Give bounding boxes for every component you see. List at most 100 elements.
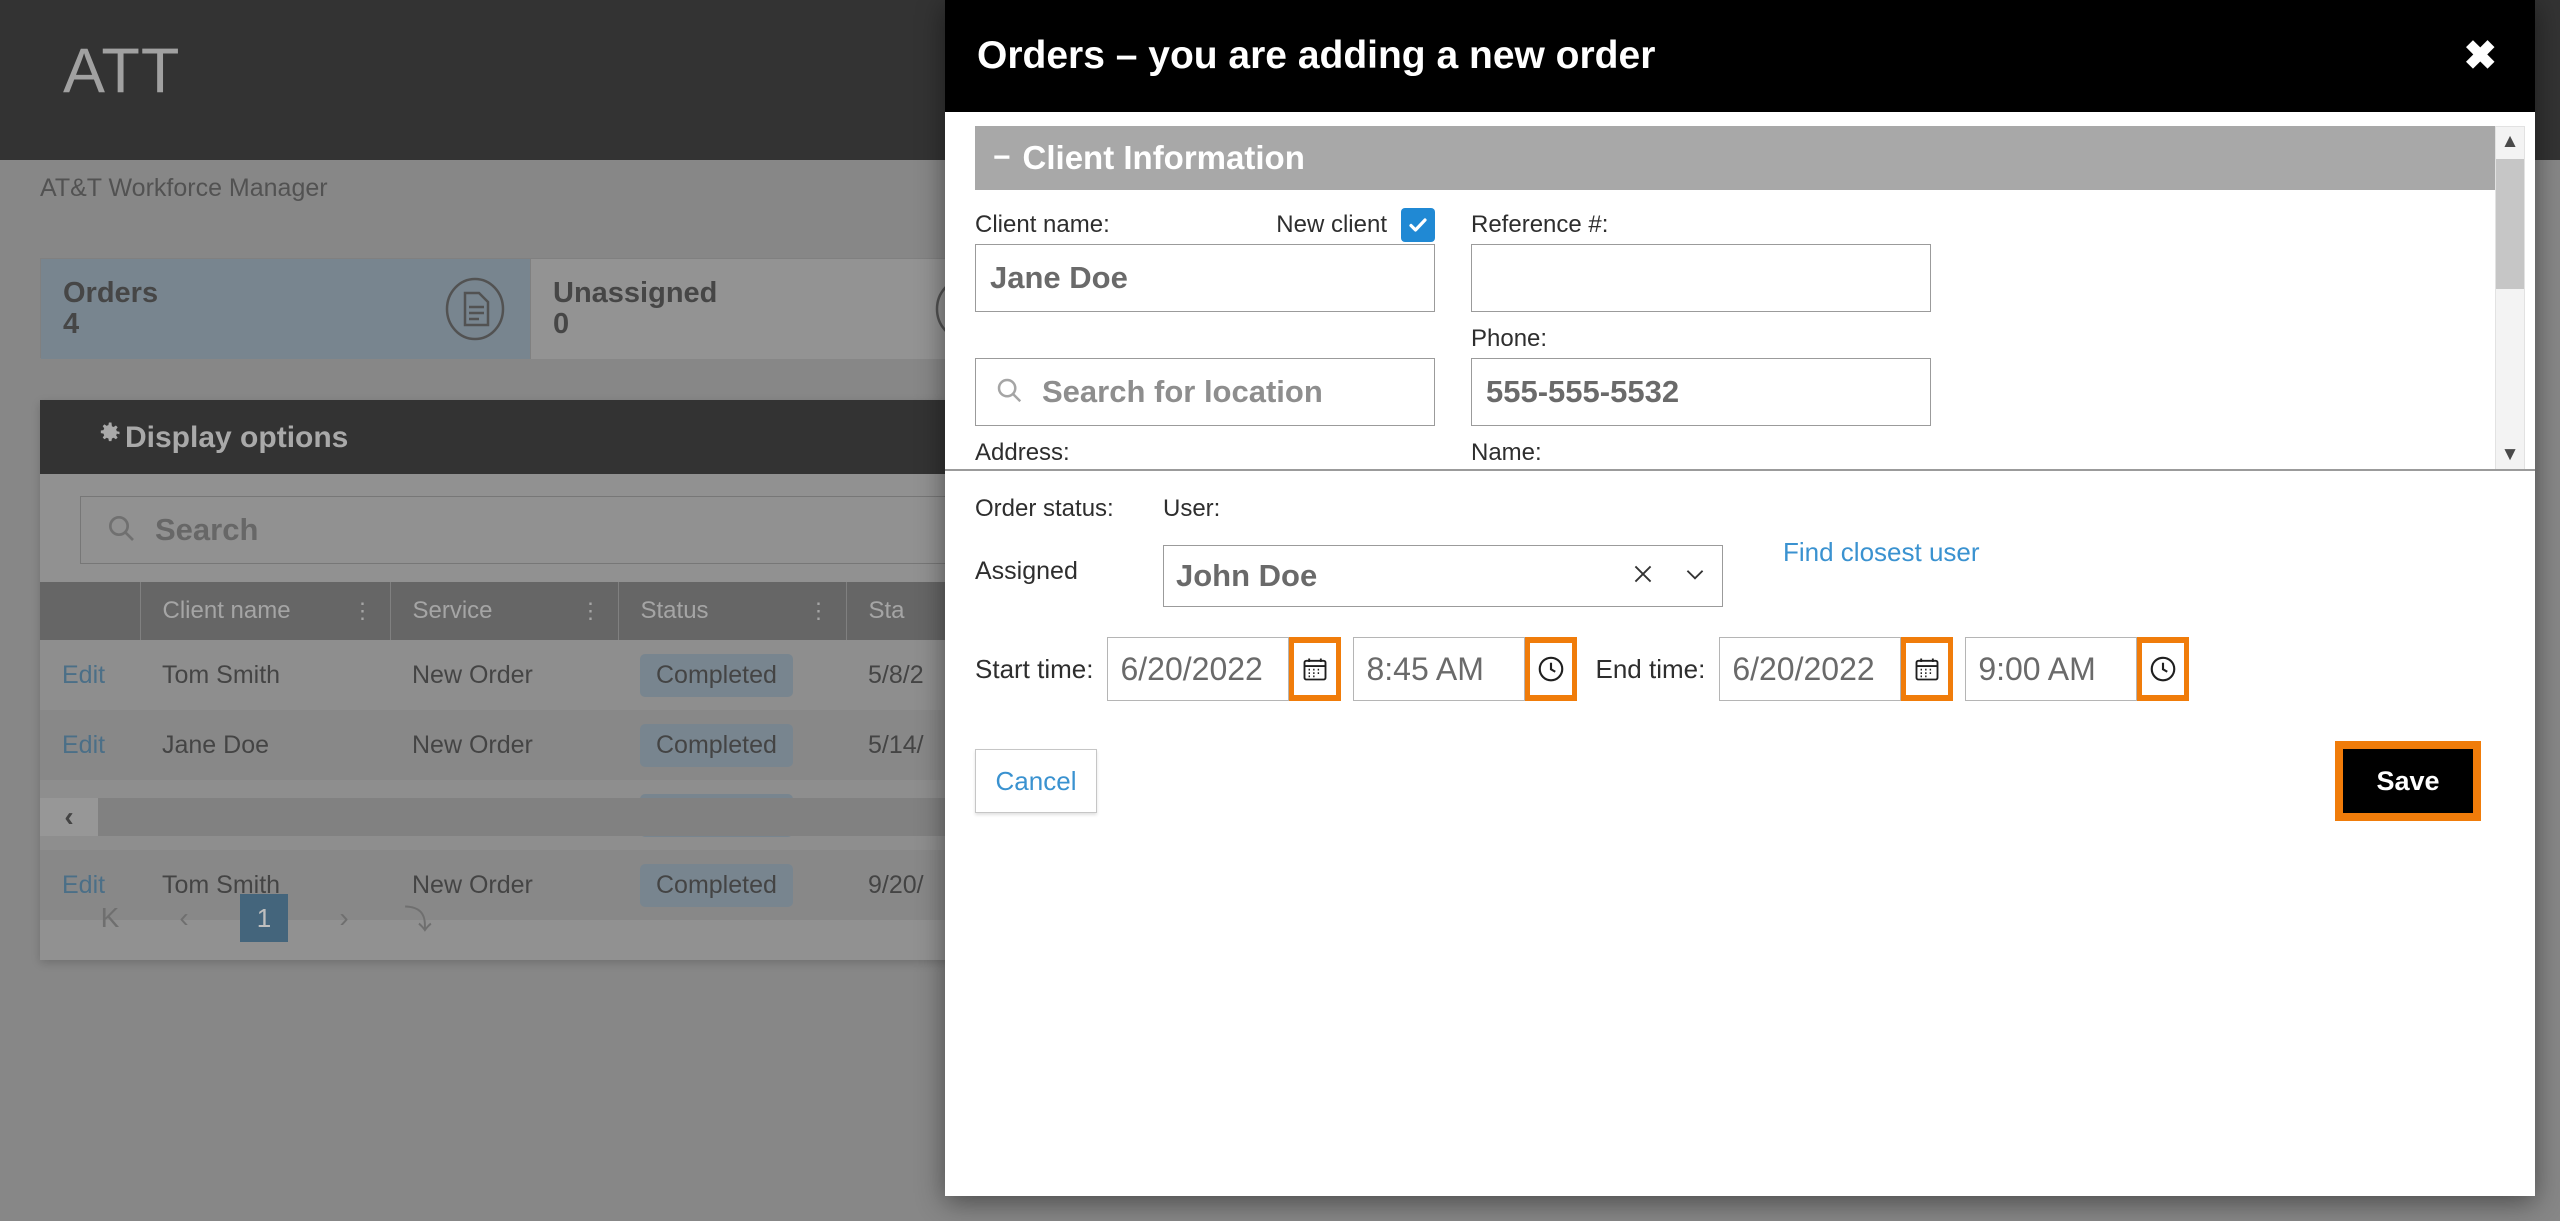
- panel-search-placeholder: Search: [155, 512, 259, 547]
- kpi-orders-value: 4: [63, 308, 80, 340]
- calendar-icon[interactable]: [1906, 643, 1949, 695]
- reference-input[interactable]: [1471, 244, 1931, 312]
- document-icon: [444, 277, 506, 341]
- column-menu-icon[interactable]: ⋮: [352, 599, 374, 621]
- kpi-unassigned-title: Unassigned: [553, 276, 718, 309]
- save-button-highlight: Save: [2335, 741, 2481, 821]
- chevron-down-icon[interactable]: [1682, 561, 1708, 592]
- modal-title: Orders – you are adding a new order: [977, 34, 1656, 77]
- order-status-label: Order status:: [975, 495, 1114, 522]
- new-client-label: New client: [1276, 211, 1387, 238]
- edit-link-cell[interactable]: Edit: [40, 640, 140, 710]
- cancel-button[interactable]: Cancel: [975, 749, 1097, 813]
- user-select-value: John Doe: [1176, 558, 1318, 593]
- new-client-checkbox[interactable]: [1401, 208, 1435, 242]
- scroll-left-icon[interactable]: ‹: [40, 798, 98, 836]
- clock-icon[interactable]: [1530, 643, 1573, 695]
- display-options-label: Display options: [95, 419, 348, 455]
- client-name-input[interactable]: Jane Doe: [975, 244, 1435, 312]
- end-time-picker-highlight[interactable]: [2137, 637, 2190, 701]
- start-date-picker-highlight[interactable]: [1289, 637, 1342, 701]
- edit-link[interactable]: Edit: [62, 661, 105, 689]
- cell-client: Jane Doe: [140, 710, 390, 780]
- search-icon: [105, 512, 137, 549]
- col-client-name[interactable]: Client name ⋮: [140, 582, 391, 640]
- phone-label: Phone:: [1471, 325, 1548, 352]
- col-status-label: Status: [640, 597, 709, 624]
- kpi-orders-title: Orders: [63, 276, 159, 309]
- col-service[interactable]: Service ⋮: [390, 582, 619, 640]
- scroll-up-icon[interactable]: ▲: [2496, 127, 2524, 157]
- scrollbar-thumb[interactable]: [2496, 159, 2524, 289]
- column-menu-icon[interactable]: ⋮: [808, 599, 830, 621]
- pager-prev-button[interactable]: ‹: [166, 902, 202, 934]
- cell-service: New Order: [390, 710, 618, 780]
- cell-client: Tom Smith: [140, 640, 390, 710]
- col-service-label: Service: [412, 597, 493, 624]
- new-client-toggle[interactable]: New client: [1276, 208, 1435, 242]
- end-time-input[interactable]: 9:00 AM: [1965, 637, 2138, 701]
- start-time-label: Start time:: [975, 653, 1094, 684]
- field-address: Address: 1 Battery Place: [975, 434, 1435, 469]
- att-logo: ATT: [63, 36, 181, 106]
- kpi-strip: Orders 4 Unassigned 0: [40, 258, 1022, 359]
- close-icon[interactable]: ✖: [2463, 36, 2497, 76]
- start-time-picker-highlight[interactable]: [1525, 637, 1578, 701]
- edit-link-cell[interactable]: Edit: [40, 710, 140, 780]
- cell-status: Completed: [618, 710, 846, 780]
- kpi-tile-orders[interactable]: Orders 4: [41, 259, 531, 359]
- pager-first-button[interactable]: K: [92, 902, 128, 934]
- user-select[interactable]: John Doe: [1163, 545, 1723, 607]
- save-button[interactable]: Save: [2343, 749, 2473, 813]
- client-information-scroll-region: − Client Information Client name: New cl…: [945, 126, 2535, 471]
- column-menu-icon[interactable]: ⋮: [580, 599, 602, 621]
- collapse-icon[interactable]: −: [993, 143, 1011, 173]
- pager-page-1[interactable]: 1: [240, 894, 288, 942]
- start-time-input[interactable]: 8:45 AM: [1353, 637, 1526, 701]
- col-actions[interactable]: [40, 582, 141, 640]
- order-status-value: Assigned: [975, 557, 1078, 585]
- col-client-name-label: Client name: [162, 597, 291, 624]
- field-client-name: Client name: New client Jane Doe: [975, 206, 1435, 312]
- field-name: Name: Test Company: [1471, 434, 1931, 469]
- field-location-search: Search for location: [975, 320, 1435, 426]
- scroll-down-icon[interactable]: ▼: [2496, 440, 2524, 469]
- start-date-input[interactable]: 6/20/2022: [1107, 637, 1290, 701]
- end-date-picker-highlight[interactable]: [1901, 637, 1954, 701]
- status-user-row: Order status: Assigned User: John Doe Fi…: [975, 495, 2497, 607]
- field-reference: Reference #:: [1471, 206, 1931, 312]
- user-group: User: John Doe: [1163, 495, 1723, 607]
- client-information-section-header[interactable]: − Client Information: [975, 126, 2505, 190]
- find-closest-user-link[interactable]: Find closest user: [1783, 537, 1980, 568]
- user-label: User:: [1163, 495, 1221, 522]
- modal-header: Orders – you are adding a new order ✖: [945, 0, 2535, 112]
- client-information-form: Client name: New client Jane Doe Referen…: [945, 190, 2535, 469]
- order-assignment-region: Order status: Assigned User: John Doe Fi…: [945, 471, 2535, 1196]
- kpi-unassigned-value: 0: [553, 308, 570, 340]
- client-information-title: Client Information: [1022, 139, 1305, 176]
- clear-icon[interactable]: [1630, 561, 1656, 592]
- modal-vertical-scrollbar[interactable]: ▲ ▼: [2495, 126, 2525, 469]
- col-status[interactable]: Status ⋮: [618, 582, 847, 640]
- order-status-group: Order status: Assigned: [975, 495, 1163, 586]
- pager-next-button[interactable]: ›: [326, 902, 362, 934]
- edit-link[interactable]: Edit: [62, 731, 105, 759]
- client-name-label: Client name:: [975, 211, 1110, 238]
- add-order-modal: Orders – you are adding a new order ✖ − …: [945, 0, 2535, 1196]
- end-date-input[interactable]: 6/20/2022: [1719, 637, 1902, 701]
- time-row: Start time: 6/20/2022 8:45 AM End time: …: [975, 637, 2497, 701]
- gear-icon: [95, 419, 123, 455]
- phone-input[interactable]: 555-555-5532: [1471, 358, 1931, 426]
- modal-actions: Cancel Save: [975, 741, 2497, 821]
- clock-icon[interactable]: [2142, 643, 2185, 695]
- app-name-label: AT&T Workforce Manager: [40, 174, 328, 202]
- location-search-placeholder: Search for location: [1042, 374, 1323, 409]
- location-search-input[interactable]: Search for location: [975, 358, 1435, 426]
- pager-last-button[interactable]: ⤵: [400, 898, 436, 938]
- calendar-icon[interactable]: [1294, 643, 1337, 695]
- cell-service: New Order: [390, 640, 618, 710]
- name-label: Name:: [1471, 439, 1542, 466]
- status-badge: Completed: [640, 723, 793, 767]
- display-options-text: Display options: [125, 421, 349, 454]
